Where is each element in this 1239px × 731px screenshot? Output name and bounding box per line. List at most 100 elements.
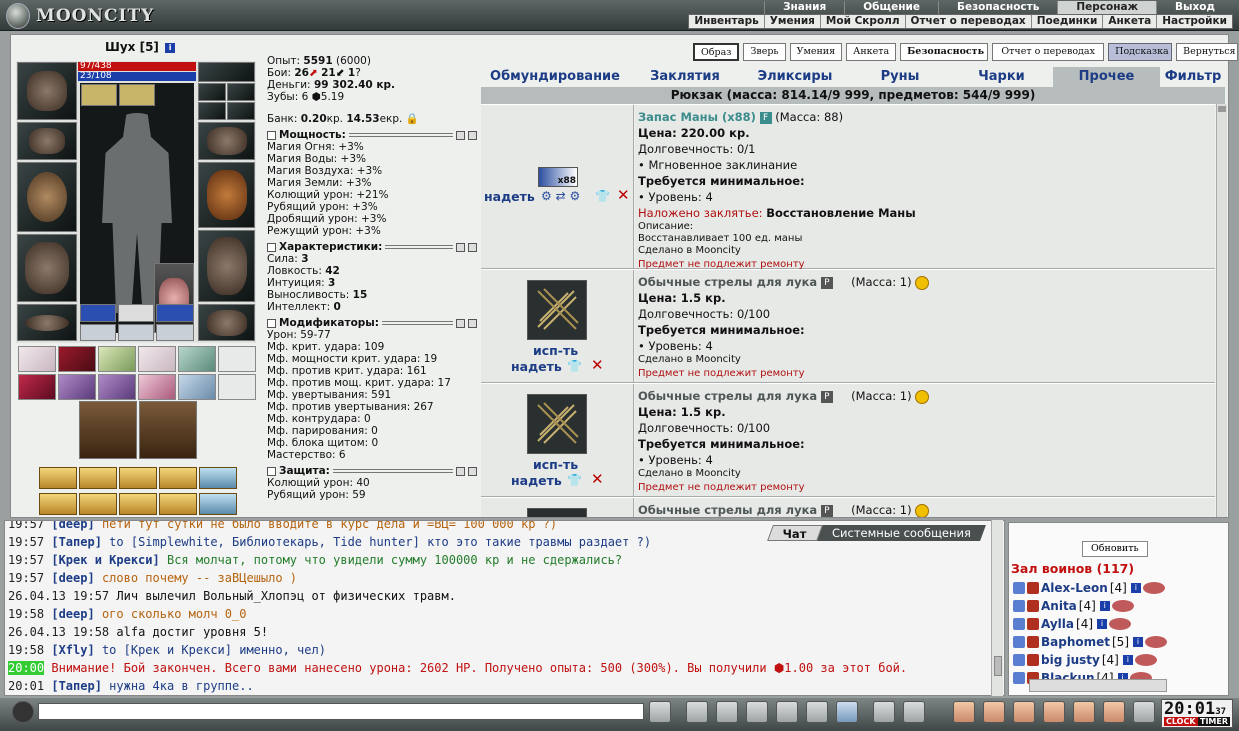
- shirt-icon[interactable]: 👕: [595, 189, 610, 203]
- arrows-icon[interactable]: [527, 280, 587, 340]
- sword-icon[interactable]: [953, 701, 975, 723]
- slot-belt[interactable]: [17, 304, 77, 341]
- slot-ring-2[interactable]: [118, 304, 154, 322]
- submenu-inventory[interactable]: Инвентарь: [689, 15, 763, 28]
- potion-slot[interactable]: [18, 374, 56, 400]
- slot-helmet[interactable]: [17, 62, 77, 120]
- potion-slot-empty[interactable]: [218, 374, 256, 400]
- slot-amulet-2[interactable]: [119, 84, 155, 106]
- chat-nick[interactable]: [deep]: [51, 571, 94, 585]
- slot-rune-3[interactable]: [156, 324, 194, 341]
- chat-input[interactable]: [38, 703, 644, 720]
- logo[interactable]: MOONCITY: [6, 1, 156, 30]
- up-icon[interactable]: [456, 242, 465, 252]
- chat-time[interactable]: 26.04.13 19:58: [8, 625, 109, 639]
- use-link[interactable]: исп-ть: [533, 343, 578, 358]
- info-icon[interactable]: i: [1130, 583, 1141, 593]
- exit-icon[interactable]: [1133, 701, 1155, 723]
- tab-filter[interactable]: Фильтр: [1160, 67, 1226, 87]
- tab-spells[interactable]: Заклятия: [630, 67, 740, 87]
- player-item[interactable]: big justy [4] i: [1013, 651, 1157, 669]
- submenu-fights[interactable]: Поединки: [1030, 15, 1103, 28]
- slot-ring-3[interactable]: [156, 304, 194, 322]
- section-modifiers[interactable]: Модификаторы:: [267, 317, 477, 329]
- player-name[interactable]: Baphomet: [1041, 635, 1110, 649]
- scroll-slot[interactable]: [199, 493, 237, 515]
- delete-icon[interactable]: ✕: [591, 356, 604, 374]
- arrows-icon[interactable]: [527, 394, 587, 454]
- slot-gloves[interactable]: [198, 122, 255, 160]
- save-icon[interactable]: [746, 701, 768, 723]
- info-icon[interactable]: i: [1133, 637, 1143, 647]
- chat-time[interactable]: 19:57: [8, 521, 44, 531]
- slot-ring-1[interactable]: [80, 304, 116, 322]
- slot-small-4[interactable]: [227, 102, 255, 120]
- chat-recipients[interactable]: to [Simplewhite, Библиотекарь, Tide hunt…: [109, 535, 420, 549]
- scroll-thumb[interactable]: [1218, 106, 1226, 112]
- send-icon[interactable]: [649, 701, 671, 723]
- submenu-my-scroll[interactable]: Мой Скролл: [819, 15, 905, 28]
- info-icon[interactable]: i: [1097, 619, 1108, 629]
- walk-icon[interactable]: [776, 701, 798, 723]
- slot-pet[interactable]: [154, 263, 194, 333]
- submenu-skills[interactable]: Умения: [763, 15, 820, 28]
- equip-link[interactable]: надеть: [511, 473, 562, 488]
- arrows-icon[interactable]: [527, 508, 587, 517]
- submenu-transfer-report[interactable]: Отчет о переводах: [904, 15, 1031, 28]
- potion-slot-empty[interactable]: [218, 346, 256, 372]
- slot-small-1[interactable]: [198, 83, 226, 101]
- chat-time[interactable]: 19:57: [8, 553, 44, 567]
- equip-link[interactable]: надеть: [511, 359, 562, 374]
- mana-scroll-icon[interactable]: x88: [538, 167, 578, 187]
- bag-slot-2[interactable]: [139, 401, 197, 459]
- smile-menu-icon[interactable]: [12, 701, 34, 723]
- item-name[interactable]: Запас Маны (x88): [638, 110, 756, 124]
- player-list-scrollbar[interactable]: [1029, 679, 1167, 692]
- item-name[interactable]: Обычные стрелы для лука: [638, 275, 817, 289]
- chat-recipients[interactable]: to [Крек и Крекси]: [102, 643, 232, 657]
- chat-time[interactable]: 19:58: [8, 643, 44, 657]
- chat-scroll-thumb[interactable]: [994, 656, 1002, 676]
- filter-icon[interactable]: [716, 701, 738, 723]
- chest-icon[interactable]: [1013, 701, 1035, 723]
- slot-amulet-1[interactable]: [81, 84, 117, 106]
- group-icon[interactable]: [1103, 701, 1125, 723]
- down-icon[interactable]: [468, 318, 477, 328]
- info-icon[interactable]: i: [1122, 655, 1133, 665]
- up-icon[interactable]: [456, 466, 465, 476]
- potion-slot[interactable]: [138, 346, 176, 372]
- down-icon[interactable]: [468, 242, 477, 252]
- chat-nick[interactable]: [Taпep]: [51, 679, 102, 693]
- faces-icon[interactable]: [903, 701, 925, 723]
- music-icon[interactable]: [836, 701, 858, 723]
- moneybag-icon[interactable]: [983, 701, 1005, 723]
- clock-widget[interactable]: 20:0137 CLOCK TIMER: [1161, 699, 1233, 728]
- scroll-slot[interactable]: [79, 493, 117, 515]
- section-defense[interactable]: Защита:: [267, 465, 477, 477]
- potion-slot[interactable]: [98, 374, 136, 400]
- scroll-slot[interactable]: [199, 467, 237, 489]
- slot-armor[interactable]: [17, 234, 77, 302]
- topmenu-knowledge[interactable]: Знания: [764, 1, 844, 14]
- scroll-slot[interactable]: [39, 467, 77, 489]
- potion-slot[interactable]: [58, 346, 96, 372]
- topmenu-exit[interactable]: Выход: [1156, 1, 1233, 14]
- slot-small-3[interactable]: [198, 102, 226, 120]
- chat-time[interactable]: 19:57: [8, 571, 44, 585]
- topmenu-social[interactable]: Общение: [844, 1, 938, 14]
- shirt-icon[interactable]: 👕: [567, 473, 582, 487]
- scroll-slot[interactable]: [79, 467, 117, 489]
- section-power[interactable]: Мощность:: [267, 129, 477, 141]
- potion-slot[interactable]: [138, 374, 176, 400]
- bag-slot-1[interactable]: [79, 401, 137, 459]
- scroll-slot[interactable]: [159, 467, 197, 489]
- smiley-icon[interactable]: [873, 701, 895, 723]
- chat-nick[interactable]: [Taпep]: [51, 535, 102, 549]
- slot-pants[interactable]: [198, 230, 255, 302]
- scroll-slot[interactable]: [159, 493, 197, 515]
- eraser-icon[interactable]: [686, 701, 708, 723]
- submenu-profile[interactable]: Анкета: [1102, 15, 1156, 28]
- chat-scrollbar[interactable]: [991, 520, 1003, 696]
- private-icon[interactable]: [806, 701, 828, 723]
- profile-button[interactable]: Анкета: [846, 43, 897, 61]
